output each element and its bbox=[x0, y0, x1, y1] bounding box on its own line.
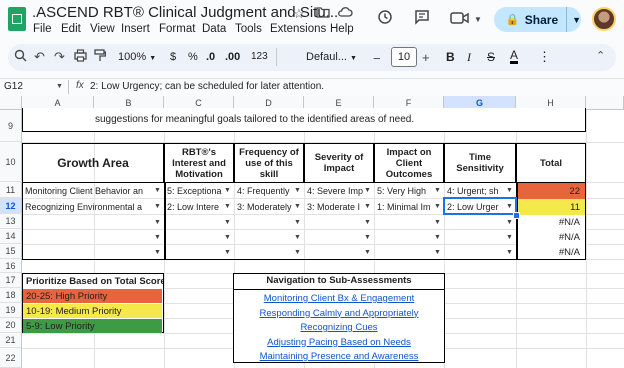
sheet-grid[interactable]: suggestions for meaningful goals tailore… bbox=[22, 108, 624, 368]
instructions-text: suggestions for meaningful goals tailore… bbox=[22, 108, 586, 132]
row-header-15[interactable]: 15 bbox=[0, 244, 22, 259]
decrease-font-size-icon[interactable]: − bbox=[373, 51, 381, 66]
avatar[interactable] bbox=[592, 7, 616, 31]
header-interest: RBT®'s Interest and Motivation bbox=[164, 143, 234, 183]
growth-area-select[interactable] bbox=[22, 230, 164, 245]
font-select[interactable]: Defaul... ▼ bbox=[306, 51, 357, 63]
header-growth-area: Growth Area bbox=[22, 143, 164, 183]
column-header-extra[interactable] bbox=[586, 96, 624, 110]
share-label: Share bbox=[524, 12, 559, 27]
undo-icon[interactable]: ↶ bbox=[34, 49, 45, 65]
row-header-19[interactable]: 19 bbox=[0, 303, 22, 318]
menu-format[interactable]: Format bbox=[159, 23, 195, 35]
zoom-select[interactable]: 100% ▼ bbox=[118, 51, 156, 63]
history-icon[interactable] bbox=[377, 9, 393, 30]
formula-input[interactable]: 2: Low Urgency; can be scheduled for lat… bbox=[90, 81, 324, 92]
increase-decimal-button[interactable]: .00 bbox=[225, 51, 240, 63]
row-header-16[interactable]: 16 bbox=[0, 259, 22, 273]
more-formats-button[interactable]: 123 bbox=[251, 51, 268, 62]
bold-button[interactable]: B bbox=[446, 50, 455, 64]
growth-area-select[interactable]: Recognizing Environmental a bbox=[22, 199, 164, 215]
header-time-sensitivity: Time Sensitivity bbox=[444, 143, 516, 183]
growth-area-select[interactable]: Monitoring Client Behavior an bbox=[22, 183, 164, 199]
menu-edit[interactable]: Edit bbox=[61, 23, 81, 35]
nav-link[interactable]: Recognizing Cues bbox=[234, 322, 444, 333]
selected-cell-g12[interactable] bbox=[443, 197, 517, 215]
priority-title: Prioritize Based on Total Score bbox=[26, 275, 163, 287]
print-icon[interactable] bbox=[74, 49, 87, 65]
growth-area-select[interactable] bbox=[22, 215, 164, 230]
priority-item: 10-19: Medium Priority bbox=[23, 304, 162, 318]
growth-area-select[interactable] bbox=[22, 245, 164, 260]
menu-view[interactable]: View bbox=[90, 23, 115, 35]
row-header-12[interactable]: 12 bbox=[0, 198, 22, 214]
nav-link[interactable]: Monitoring Client Bx & Engagement bbox=[234, 293, 444, 304]
meet-dropdown-icon[interactable]: ▼ bbox=[474, 15, 482, 24]
menu-extensions[interactable]: Extensions bbox=[270, 23, 326, 35]
menu-tools[interactable]: Tools bbox=[235, 23, 262, 35]
strikethrough-button[interactable]: S bbox=[487, 50, 495, 64]
menu-file[interactable]: File bbox=[33, 23, 52, 35]
name-box[interactable]: G12 bbox=[4, 81, 23, 92]
nav-link[interactable]: Maintaining Presence and Awareness bbox=[234, 351, 444, 362]
total-cell: 22 bbox=[516, 183, 586, 199]
total-cell: #N/A bbox=[516, 215, 586, 230]
more-options-icon[interactable]: ⋮ bbox=[538, 49, 551, 65]
nav-link[interactable]: Responding Calmly and Appropriately bbox=[234, 308, 444, 319]
row-header-10[interactable]: 10 bbox=[0, 142, 22, 182]
italic-button[interactable]: I bbox=[467, 50, 471, 65]
percent-format-button[interactable]: % bbox=[188, 51, 198, 63]
menu-insert[interactable]: Insert bbox=[121, 23, 150, 35]
row-header-22[interactable]: 22 bbox=[0, 348, 22, 368]
paint-format-icon[interactable] bbox=[94, 49, 107, 65]
meet-icon[interactable] bbox=[450, 11, 472, 30]
total-cell: #N/A bbox=[516, 230, 586, 245]
row-header-21[interactable]: 21 bbox=[0, 333, 22, 348]
header-severity: Severity of Impact bbox=[304, 143, 374, 183]
move-folder-icon[interactable] bbox=[315, 6, 331, 22]
fx-icon: fx bbox=[76, 80, 84, 91]
redo-icon[interactable]: ↷ bbox=[54, 49, 65, 65]
row-header-14[interactable]: 14 bbox=[0, 229, 22, 244]
nav-link[interactable]: Adjusting Pacing Based on Needs bbox=[234, 337, 444, 348]
total-cell: 11 bbox=[516, 199, 586, 215]
font-size-input[interactable]: 10 bbox=[391, 47, 417, 67]
navigation-title: Navigation to Sub-Assessments bbox=[234, 274, 444, 290]
menu-help[interactable]: Help bbox=[330, 23, 354, 35]
navigation-box: Navigation to Sub-Assessments Monitoring… bbox=[233, 273, 445, 363]
header-impact: Impact on Client Outcomes bbox=[374, 143, 444, 183]
increase-font-size-icon[interactable]: + bbox=[422, 50, 430, 65]
sheets-logo[interactable] bbox=[8, 7, 26, 31]
row-header-20[interactable]: 20 bbox=[0, 318, 22, 333]
header-total: Total bbox=[516, 143, 586, 183]
comments-icon[interactable] bbox=[414, 9, 430, 30]
star-icon[interactable]: ☆ bbox=[291, 6, 307, 22]
collapse-menus-icon[interactable]: ⌃ bbox=[596, 49, 605, 62]
text-color-button[interactable]: A bbox=[510, 49, 519, 64]
name-box-dropdown-icon[interactable]: ▼ bbox=[56, 83, 63, 90]
row-header-17[interactable]: 17 bbox=[0, 273, 22, 288]
menu-data[interactable]: Data bbox=[202, 23, 226, 35]
search-menus-icon[interactable] bbox=[14, 49, 27, 65]
currency-format-button[interactable]: $ bbox=[170, 51, 176, 63]
total-cell: #N/A bbox=[516, 245, 586, 260]
cloud-status-icon[interactable] bbox=[337, 6, 353, 22]
row-header-13[interactable]: 13 bbox=[0, 214, 22, 229]
priority-item: 20-25: High Priority bbox=[23, 289, 162, 303]
row-header-18[interactable]: 18 bbox=[0, 288, 22, 303]
fill-handle[interactable] bbox=[513, 212, 520, 219]
header-frequency: Frequency of use of this skill bbox=[234, 143, 304, 183]
font-value: Defaul... bbox=[306, 51, 347, 63]
priority-legend: Prioritize Based on Total Score 20-25: H… bbox=[22, 273, 164, 333]
row-header-11[interactable]: 11 bbox=[0, 182, 22, 198]
row-header-9[interactable]: 9 bbox=[0, 110, 22, 142]
share-button[interactable]: 🔒 Share ▼ bbox=[494, 7, 581, 32]
zoom-value: 100% bbox=[118, 51, 147, 63]
share-dropdown-icon[interactable]: ▼ bbox=[572, 15, 581, 25]
decrease-decimal-button[interactable]: .0 bbox=[206, 51, 215, 63]
select-all-corner[interactable] bbox=[0, 96, 22, 110]
priority-item: 5-9: Low Priority bbox=[23, 319, 162, 333]
lock-icon: 🔒 bbox=[505, 14, 520, 26]
